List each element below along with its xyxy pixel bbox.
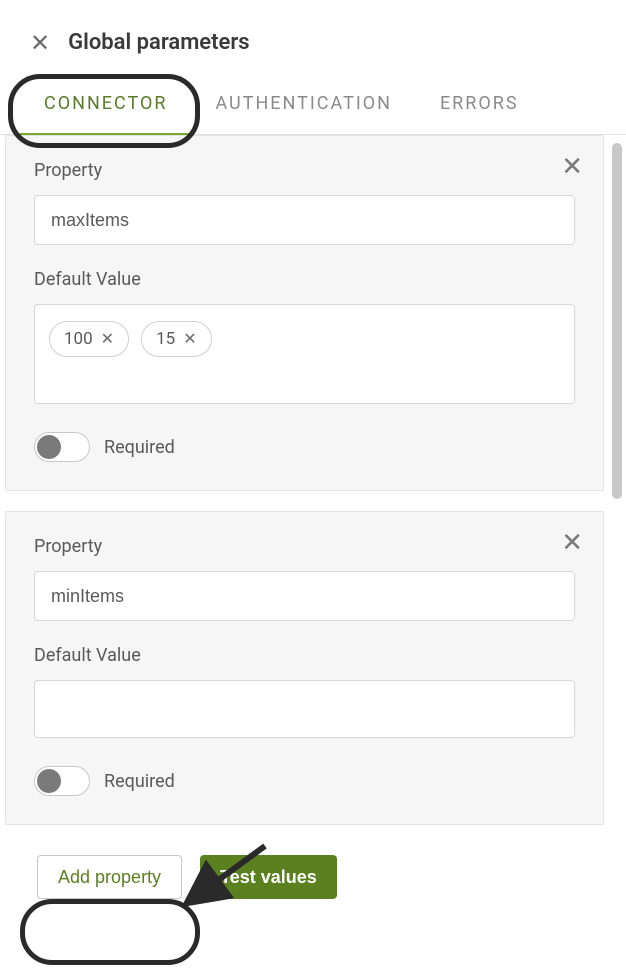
- toggle-knob: [37, 769, 61, 793]
- required-row: Required: [34, 432, 575, 462]
- value-chip: 100 ✕: [49, 321, 129, 357]
- property-block: ✕ Property Default Value Required: [5, 511, 604, 825]
- property-label: Property: [34, 160, 575, 181]
- required-label: Required: [104, 771, 175, 792]
- scrollbar-thumb[interactable]: [612, 143, 622, 499]
- default-value-input[interactable]: 100 ✕ 15 ✕: [34, 304, 575, 404]
- required-toggle[interactable]: [34, 766, 90, 796]
- value-chip: 15 ✕: [141, 321, 212, 357]
- default-value-input[interactable]: [34, 680, 575, 738]
- property-label: Property: [34, 536, 575, 557]
- default-value-label: Default Value: [34, 269, 575, 290]
- tab-authentication[interactable]: AUTHENTICATION: [191, 75, 415, 134]
- scrollbar[interactable]: [612, 143, 622, 891]
- default-value-label: Default Value: [34, 645, 575, 666]
- required-row: Required: [34, 766, 575, 796]
- tab-bar: CONNECTOR AUTHENTICATION ERRORS: [0, 75, 626, 135]
- chip-text: 100: [64, 329, 93, 349]
- property-block: ✕ Property Default Value 100 ✕ 15 ✕: [5, 135, 604, 491]
- footer-actions: Add property Test values: [5, 845, 604, 899]
- tab-connector[interactable]: CONNECTOR: [20, 75, 191, 134]
- required-label: Required: [104, 437, 175, 458]
- close-icon[interactable]: ✕: [30, 31, 50, 55]
- panel-title: Global parameters: [68, 30, 250, 55]
- property-name-input[interactable]: [34, 571, 575, 621]
- test-values-button[interactable]: Test values: [200, 855, 337, 899]
- required-toggle[interactable]: [34, 432, 90, 462]
- property-name-input[interactable]: [34, 195, 575, 245]
- chip-remove-icon[interactable]: ✕: [183, 331, 196, 347]
- remove-property-icon[interactable]: ✕: [561, 154, 583, 180]
- chip-remove-icon[interactable]: ✕: [101, 331, 114, 347]
- chip-text: 15: [156, 329, 175, 349]
- toggle-knob: [37, 435, 61, 459]
- tab-errors[interactable]: ERRORS: [416, 75, 543, 134]
- remove-property-icon[interactable]: ✕: [561, 530, 583, 556]
- panel-header: ✕ Global parameters: [0, 0, 626, 75]
- add-property-button[interactable]: Add property: [37, 855, 182, 899]
